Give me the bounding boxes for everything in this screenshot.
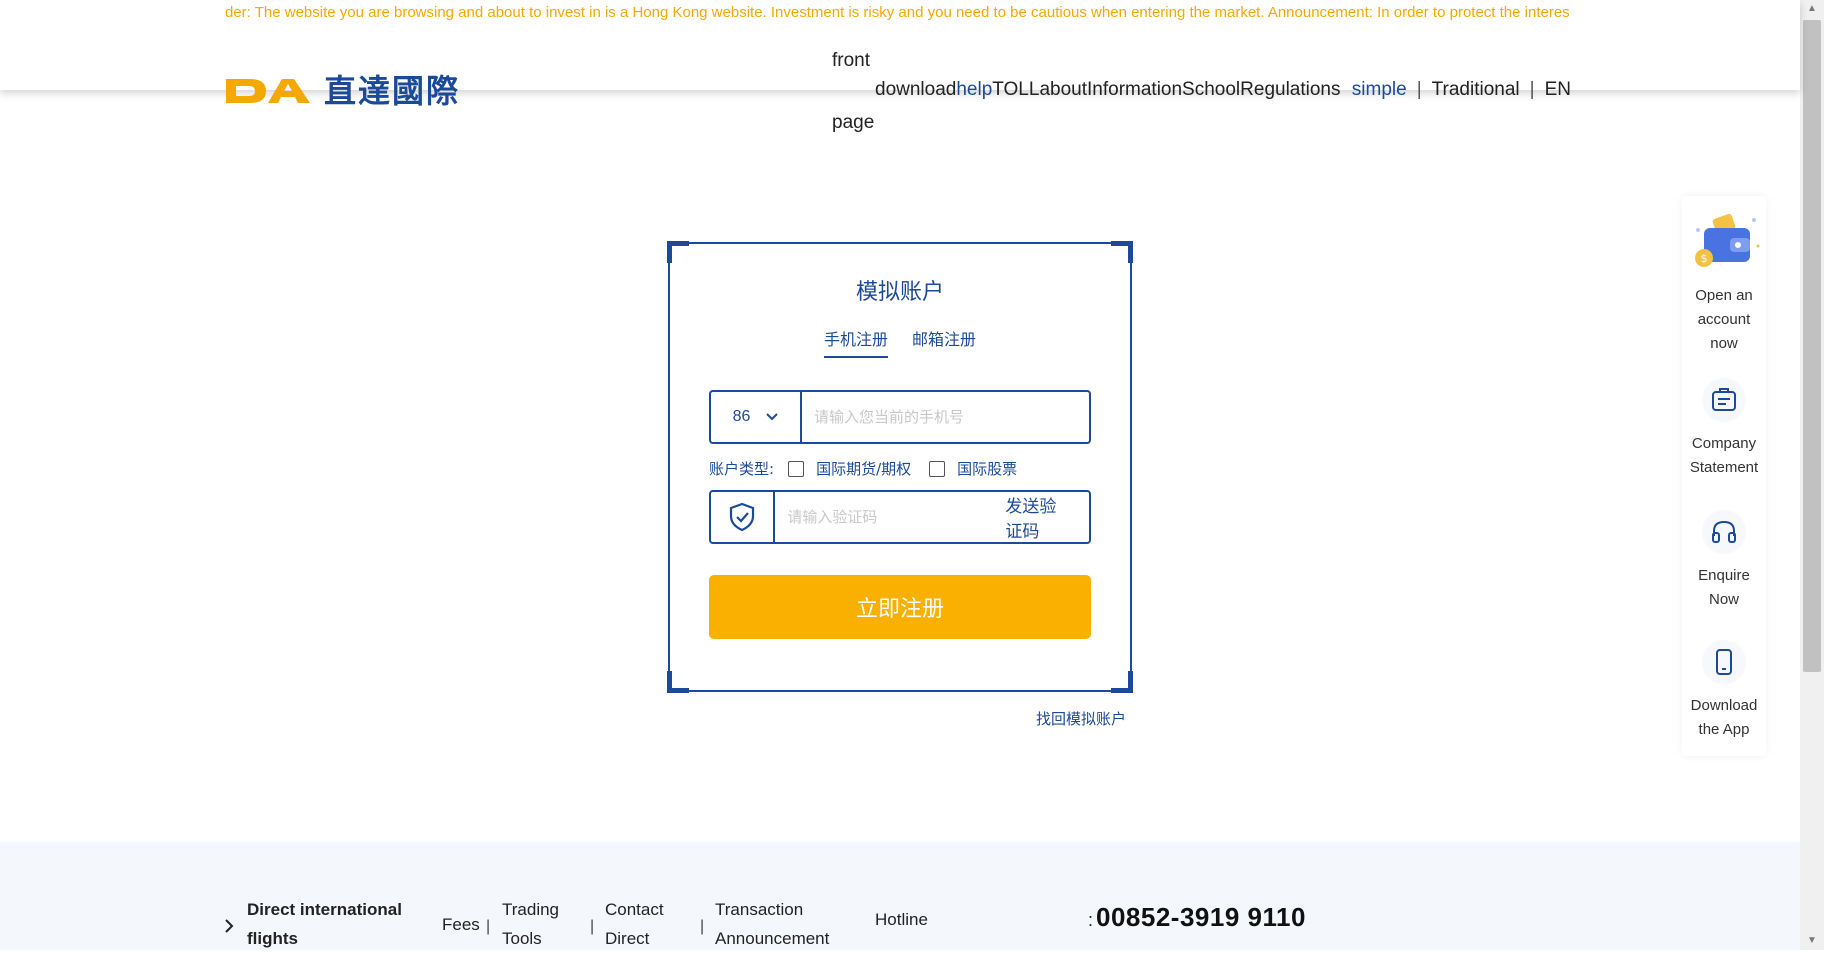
nav-about[interactable]: about bbox=[1039, 79, 1087, 100]
scroll-down-arrow-icon[interactable]: ▼ bbox=[1800, 932, 1824, 950]
footer-fees[interactable]: Fees bbox=[442, 910, 480, 939]
clipboard-icon bbox=[1702, 378, 1746, 422]
da-logo-icon bbox=[226, 79, 310, 103]
nav-regulations[interactable]: Regulations bbox=[1240, 79, 1340, 100]
phone-input[interactable] bbox=[802, 392, 1089, 442]
nav-front-label: front bbox=[832, 50, 871, 71]
card-corner bbox=[1111, 671, 1133, 693]
side-open-account-label: Open an account now bbox=[1695, 287, 1753, 352]
logo-chinese-text: 直達國際 bbox=[324, 72, 461, 110]
page-scrollbar[interactable]: ▲ ▼ bbox=[1800, 0, 1824, 950]
register-now-button[interactable]: 立即注册 bbox=[709, 575, 1091, 639]
footer-trading-tools[interactable]: Trading Tools bbox=[502, 895, 559, 953]
footer-hotline-label: Hotline bbox=[875, 910, 928, 929]
footer-transaction-announcement[interactable]: Transaction Announcement bbox=[715, 895, 829, 953]
risk-notice-marquee: der: The website you are browsing and ab… bbox=[225, 4, 1570, 21]
scroll-up-arrow-icon[interactable]: ▲ bbox=[1800, 0, 1824, 18]
nav-page-label[interactable]: page bbox=[832, 112, 874, 134]
register-card: 模拟账户 手机注册 邮箱注册 86 账户类型: 国际期货/期权 国际股票 发送验… bbox=[667, 241, 1133, 693]
card-corner bbox=[1111, 241, 1133, 263]
country-code-value: 86 bbox=[732, 408, 751, 425]
footer-direct-international[interactable]: Direct international flights bbox=[247, 895, 402, 953]
card-corner bbox=[667, 671, 689, 693]
stocks-checkbox[interactable] bbox=[929, 460, 946, 477]
send-code-button[interactable]: 发送验证码 bbox=[981, 492, 1089, 542]
site-header: der: The website you are browsing and ab… bbox=[0, 0, 1800, 108]
chevron-down-icon bbox=[766, 413, 779, 421]
futures-options-label: 国际期货/期权 bbox=[816, 460, 912, 478]
mobile-icon bbox=[1702, 640, 1746, 684]
footer-separator: | bbox=[590, 918, 595, 935]
footer-separator: | bbox=[700, 918, 705, 935]
headset-icon bbox=[1702, 510, 1746, 554]
tab-email-register[interactable]: 邮箱注册 bbox=[912, 326, 976, 358]
verification-row: 发送验证码 bbox=[709, 490, 1091, 544]
svg-text:$: $ bbox=[1701, 252, 1708, 265]
register-tabs: 手机注册 邮箱注册 bbox=[670, 326, 1130, 358]
footer-contact-direct[interactable]: Contact Direct bbox=[605, 895, 664, 953]
card-corner bbox=[667, 241, 689, 263]
shield-check-icon bbox=[711, 492, 776, 542]
phone-row: 86 bbox=[709, 390, 1091, 444]
lang-simplified[interactable]: simple bbox=[1352, 79, 1407, 100]
site-logo[interactable]: 直達國際 bbox=[224, 74, 460, 108]
nav-download[interactable]: download bbox=[875, 79, 956, 100]
lang-separator: | bbox=[1529, 79, 1535, 100]
account-type-label: 账户类型: bbox=[709, 460, 775, 478]
tab-phone-register[interactable]: 手机注册 bbox=[823, 326, 888, 358]
side-company-statement[interactable]: Company Statement bbox=[1682, 378, 1766, 480]
nav-information[interactable]: Information bbox=[1087, 79, 1182, 100]
lang-english[interactable]: EN bbox=[1545, 79, 1571, 100]
verification-code-input[interactable] bbox=[775, 492, 982, 542]
side-download-app-label: Download the App bbox=[1690, 697, 1758, 738]
side-download-app[interactable]: Download the App bbox=[1682, 640, 1766, 742]
lang-traditional[interactable]: Traditional bbox=[1432, 79, 1520, 100]
wallet-icon: $ bbox=[1682, 204, 1766, 274]
side-enquire-now[interactable]: Enquire Now bbox=[1682, 510, 1766, 612]
stocks-label: 国际股票 bbox=[957, 460, 1018, 478]
nav-help[interactable]: help bbox=[956, 79, 992, 100]
side-panel: $ Open anaccountnow CompanyStatement bbox=[1682, 196, 1766, 756]
scrollbar-thumb[interactable] bbox=[1803, 20, 1821, 672]
side-company-statement-label: Company Statement bbox=[1689, 435, 1759, 476]
lang-separator: | bbox=[1416, 79, 1422, 100]
retrieve-demo-account-link[interactable]: 找回模拟账户 bbox=[1036, 708, 1126, 729]
country-code-select[interactable]: 86 bbox=[711, 392, 802, 442]
chevron-right-icon bbox=[225, 919, 234, 933]
nav-school[interactable]: School bbox=[1182, 79, 1240, 100]
hotline-colon: : bbox=[1088, 910, 1094, 930]
register-title: 模拟账户 bbox=[855, 280, 944, 305]
account-type-row: 账户类型: 国际期货/期权 国际股票 bbox=[709, 458, 1017, 479]
nav-toll[interactable]: TOLL bbox=[992, 79, 1039, 100]
nav-links: downloadhelpTOLLaboutInformationSchoolRe… bbox=[875, 78, 1571, 102]
hotline-number: 00852-3919 9110 bbox=[1096, 902, 1306, 932]
futures-options-checkbox[interactable] bbox=[788, 460, 805, 477]
side-enquire-now-label: Enquire Now bbox=[1698, 567, 1750, 608]
side-open-account[interactable]: $ Open an account now bbox=[1682, 204, 1766, 356]
footer-separator: | bbox=[486, 918, 491, 935]
